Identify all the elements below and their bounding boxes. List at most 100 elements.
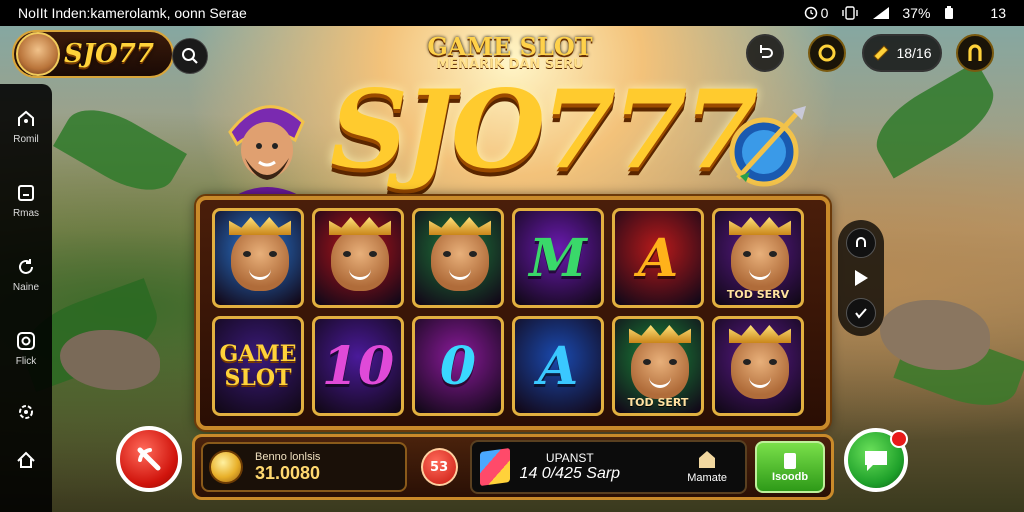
reel-symbol[interactable]: 0: [412, 316, 504, 416]
reel-symbol-text: A: [637, 227, 679, 289]
magnet-button[interactable]: [956, 34, 994, 72]
sidebar-item-share[interactable]: [0, 444, 52, 474]
battery-icon: [944, 6, 960, 20]
reel-symbol[interactable]: TOD SERV: [712, 208, 804, 308]
crown-icon: [329, 217, 391, 235]
clock-text: 13: [990, 5, 1006, 21]
reel-grid: M A TOD SERV GAME SLOT 10 0 A TOD SERT: [212, 208, 814, 416]
character-face: [231, 229, 289, 291]
house-button[interactable]: Mamate: [677, 448, 737, 484]
reel-symbol-text: 10: [321, 335, 395, 397]
coin-icon: [209, 450, 243, 484]
reel-symbol[interactable]: GAME SLOT: [212, 316, 304, 416]
magnet-icon: [968, 44, 982, 61]
vibrate-icon: [842, 6, 859, 20]
character-face: [631, 337, 689, 399]
spin-stop-button[interactable]: [116, 426, 182, 492]
character-face: [331, 229, 389, 291]
share-icon: [15, 448, 37, 470]
header-title: GAME SLOT MENARIK DAN SERU: [410, 32, 610, 72]
green-action-label: Isoodb: [772, 471, 809, 483]
magnet-button-wrap: [956, 34, 994, 72]
settings-icon: [15, 401, 37, 423]
sidebar-item-label: Rmas: [12, 207, 40, 219]
sidebar-item-label: Flick: [15, 355, 37, 367]
big-game-logo: SJO777: [330, 67, 759, 193]
reel-symbol[interactable]: [712, 316, 804, 416]
alarm-text: 0: [820, 5, 829, 21]
home-icon: [15, 108, 37, 130]
phone-off-icon: [137, 447, 161, 471]
sidebar-item-label: Naine: [12, 281, 40, 293]
sidebar-item-settings[interactable]: [0, 390, 52, 434]
cube-icon: [479, 447, 510, 487]
sidebar-item-camera[interactable]: Flick: [0, 316, 52, 380]
ring-button-wrap: [808, 34, 846, 72]
coin-counter-value: 18/16: [896, 45, 932, 61]
crown-icon: [729, 217, 791, 235]
ticket-icon: [873, 45, 890, 61]
battery-text: 37%: [902, 5, 931, 21]
reel-symbol-text: 0: [439, 335, 477, 397]
bottom-bar: Benno lonlsis 31.0080 53 UPANST 14 0/425…: [192, 434, 834, 500]
rotate-icon: [856, 237, 866, 248]
info-panel: UPANST 14 0/425 Sarp Mamate: [469, 440, 748, 494]
gameslot-text-2: SLOT: [224, 365, 292, 391]
ring-button[interactable]: [808, 34, 846, 72]
compass-emblem: [729, 106, 806, 187]
reel-frame: M A TOD SERV GAME SLOT 10 0 A TOD SERT: [196, 196, 830, 430]
reel-symbol[interactable]: A: [612, 208, 704, 308]
sidebar-item-refresh[interactable]: Naine: [0, 242, 52, 306]
search-icon: [182, 48, 198, 64]
character-face: [731, 337, 789, 399]
undo-icon: [760, 45, 773, 58]
green-action-button[interactable]: Isoodb: [755, 441, 825, 493]
coin-counter[interactable]: 18/16: [862, 34, 942, 72]
hero-character: [225, 105, 310, 202]
reel-symbol[interactable]: 10: [312, 316, 404, 416]
balance-value: 31.0080: [255, 462, 321, 483]
next-button[interactable]: [846, 263, 876, 293]
bet-badge-button[interactable]: 53: [420, 448, 458, 486]
camera-icon: [15, 330, 37, 352]
copy-icon: [784, 453, 797, 469]
brand-logo[interactable]: SJO77: [12, 30, 174, 78]
crown-icon: [729, 325, 791, 343]
signal-icon: [872, 6, 890, 20]
left-sidebar: Romil Rmas Naine Flick: [0, 84, 52, 512]
play-icon: [855, 269, 868, 286]
status-bar: NoIIt Inden:kamerolamk, oonn Serae 0 37%…: [0, 0, 1024, 26]
balance-panel: Benno lonlsis 31.0080: [201, 442, 407, 492]
reel-symbol[interactable]: TOD SERT: [612, 316, 704, 416]
status-title: NoIIt Inden:kamerolamk, oonn Serae: [18, 5, 247, 21]
chat-icon: [865, 451, 887, 471]
reel-symbol[interactable]: [312, 208, 404, 308]
reel-symbol[interactable]: A: [512, 316, 604, 416]
house-icon: [699, 451, 716, 468]
balance-label: Benno lonlsis: [255, 450, 321, 463]
check-icon: [855, 307, 867, 319]
reel-symbol[interactable]: M: [512, 208, 604, 308]
confirm-button[interactable]: [846, 297, 876, 328]
logo-text: SJO77: [64, 39, 154, 69]
reel-symbol-text: A: [537, 335, 579, 397]
search-button[interactable]: [172, 38, 208, 74]
character-face: [431, 229, 489, 291]
sidebar-item-slots[interactable]: Rmas: [0, 168, 52, 232]
info-label: UPANST: [545, 451, 594, 465]
crown-icon: [429, 217, 491, 235]
notification-dot: [890, 430, 908, 448]
back-button-wrap: [746, 34, 784, 72]
reel-symbol-text: M: [529, 227, 587, 289]
reel-nav: [838, 220, 884, 336]
sidebar-item-home[interactable]: Romil: [0, 94, 52, 158]
back-button[interactable]: [746, 34, 784, 72]
house-label: Mamate: [687, 472, 728, 484]
chat-button[interactable]: [844, 428, 908, 492]
refresh-icon: [15, 256, 37, 278]
alarm-icon: 0: [804, 5, 829, 21]
rotate-button[interactable]: [846, 228, 876, 259]
reel-symbol[interactable]: [412, 208, 504, 308]
crown-icon: [629, 325, 691, 343]
reel-symbol[interactable]: [212, 208, 304, 308]
